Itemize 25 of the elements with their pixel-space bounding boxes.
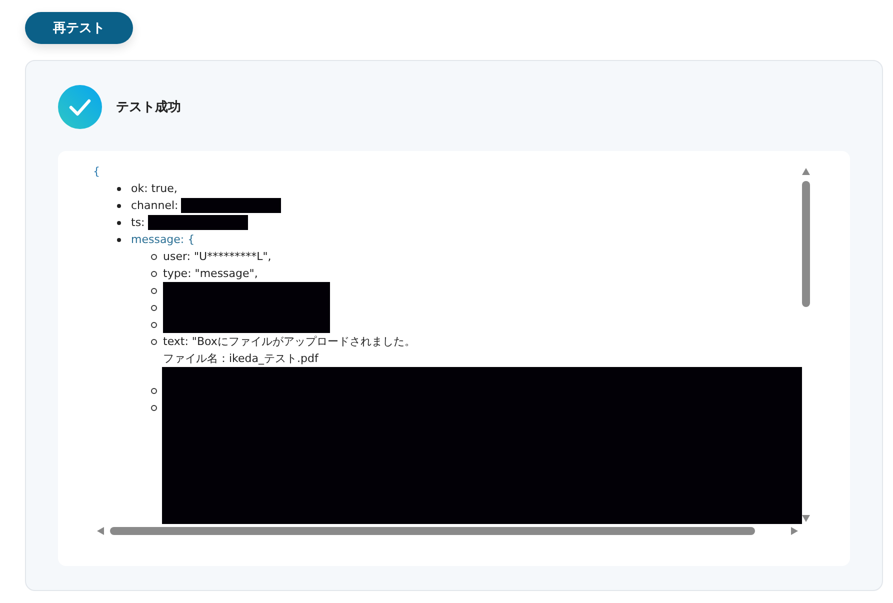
bullet-icon [151, 254, 157, 260]
bullet-icon [117, 204, 121, 208]
bullet-icon [151, 322, 157, 328]
json-text: user: "U*********L", [163, 249, 272, 265]
json-text: message: { [131, 232, 195, 248]
bullet-icon [151, 404, 157, 410]
bullet-icon [117, 238, 121, 242]
bullet-icon [151, 270, 157, 276]
bullet-icon [151, 288, 157, 294]
json-text: type: "message", [163, 266, 258, 282]
json-text: { [93, 164, 100, 180]
json-text: ok: true, [131, 181, 178, 197]
horizontal-scrollbar[interactable] [95, 525, 798, 537]
json-text: ts: [131, 215, 145, 231]
bullet-icon [151, 339, 157, 345]
result-title: テスト成功 [116, 99, 181, 116]
bullet-icon [151, 304, 157, 310]
json-text: channel: [131, 198, 178, 214]
check-icon [58, 85, 102, 129]
retest-button[interactable]: 再テスト [25, 12, 133, 44]
vertical-scrollbar[interactable] [800, 166, 812, 522]
bullet-icon [151, 388, 157, 394]
json-text: text: "Boxにファイルがアップロードされました。 ファイル名：ikeda_テスト.pdf [163, 334, 416, 367]
bullet-icon [117, 186, 121, 190]
bullet-icon [117, 220, 121, 224]
